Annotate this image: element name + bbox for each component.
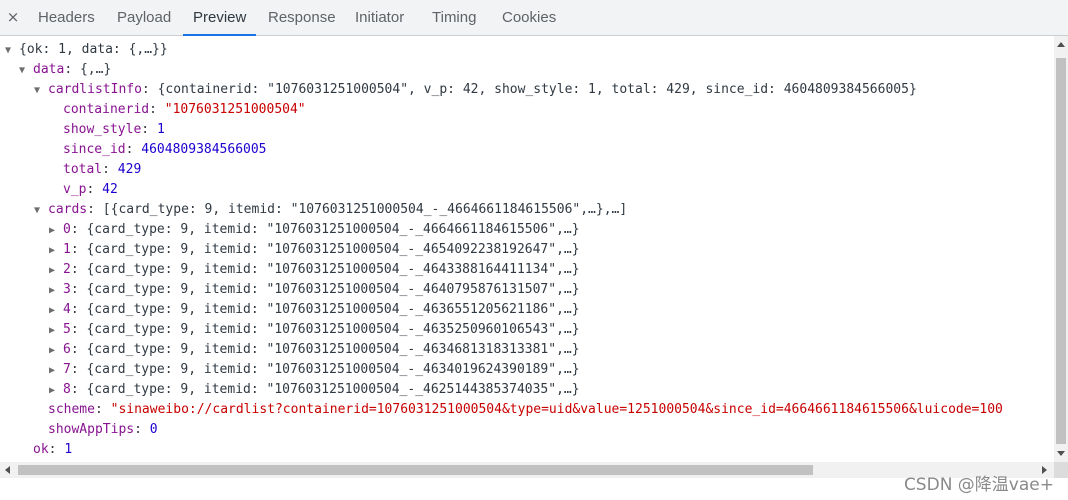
cardlistinfo-summary: {containerid: "1076031251000504", v_p: 4…: [157, 82, 917, 97]
card-summary: {card_type: 9, itemid: "1076031251000504…: [86, 262, 580, 277]
showapptips-key: showAppTips: [48, 422, 135, 437]
tree-card-row[interactable]: ▶ 0: {card_type: 9, itemid: "107603125100…: [49, 220, 580, 240]
card-index: 1: [63, 242, 71, 257]
card-summary: {card_type: 9, itemid: "1076031251000504…: [86, 342, 580, 357]
collapsed-triangle-icon[interactable]: ▶: [49, 381, 63, 401]
collapsed-triangle-icon[interactable]: ▶: [49, 281, 63, 301]
collapsed-triangle-icon[interactable]: ▶: [49, 341, 63, 361]
scheme-value: "sinaweibo://cardlist?containerid=107603…: [110, 402, 1003, 417]
tree-cardlistinfo-node[interactable]: ▼ cardlistInfo: {containerid: "1076031251…: [34, 80, 917, 100]
expanded-triangle-icon[interactable]: ▼: [19, 61, 33, 81]
card-summary: {card_type: 9, itemid: "1076031251000504…: [86, 382, 580, 397]
containerid-value: "1076031251000504": [164, 102, 306, 117]
tree-data-node[interactable]: ▼ data: {,…}: [19, 60, 111, 80]
tree-card-row[interactable]: ▶ 3: {card_type: 9, itemid: "107603125100…: [49, 280, 580, 300]
cards-key: cards: [48, 202, 88, 217]
containerid-key: containerid: [63, 102, 150, 117]
v-p-key: v_p: [63, 182, 87, 197]
cardlistinfo-key: cardlistInfo: [48, 82, 142, 97]
tree-property-row: containerid: "1076031251000504": [63, 102, 306, 117]
card-index: 7: [63, 362, 71, 377]
expanded-triangle-icon[interactable]: ▼: [34, 201, 48, 221]
tree-card-row[interactable]: ▶ 1: {card_type: 9, itemid: "107603125100…: [49, 240, 580, 260]
tree-property-row: show_style: 1: [63, 122, 165, 137]
collapsed-triangle-icon[interactable]: ▶: [49, 261, 63, 281]
card-summary: {card_type: 9, itemid: "1076031251000504…: [86, 282, 580, 297]
card-index: 2: [63, 262, 71, 277]
devtools-tab-bar: × Headers Payload Preview Response Initi…: [0, 0, 1068, 36]
tab-timing[interactable]: Timing: [432, 0, 476, 35]
showapptips-value: 0: [149, 422, 158, 437]
card-summary: {card_type: 9, itemid: "1076031251000504…: [86, 302, 580, 317]
scheme-key: scheme: [48, 402, 95, 417]
card-summary: {card_type: 9, itemid: "1076031251000504…: [86, 222, 580, 237]
show-style-value: 1: [156, 122, 165, 137]
close-icon[interactable]: ×: [5, 7, 21, 27]
total-value: 429: [117, 162, 142, 177]
horizontal-scrollbar[interactable]: [0, 462, 1054, 478]
tree-card-row[interactable]: ▶ 2: {card_type: 9, itemid: "107603125100…: [49, 260, 580, 280]
tree-card-row[interactable]: ▶ 8: {card_type: 9, itemid: "107603125100…: [49, 380, 580, 400]
tree-property-row: showAppTips: 0: [48, 422, 158, 437]
card-summary: {card_type: 9, itemid: "1076031251000504…: [86, 242, 580, 257]
vertical-scrollbar[interactable]: [1054, 36, 1068, 462]
horizontal-scroll-thumb[interactable]: [18, 465, 813, 475]
since-id-value: 4604809384566005: [141, 142, 267, 157]
ok-value: 1: [64, 442, 73, 457]
tree-card-row[interactable]: ▶ 4: {card_type: 9, itemid: "107603125100…: [49, 300, 580, 320]
tree-card-row[interactable]: ▶ 5: {card_type: 9, itemid: "107603125100…: [49, 320, 580, 340]
data-key: data: [33, 62, 65, 77]
collapsed-triangle-icon[interactable]: ▶: [49, 221, 63, 241]
data-summary: {,…}: [79, 62, 112, 77]
card-index: 0: [63, 222, 71, 237]
tab-cookies[interactable]: Cookies: [502, 0, 556, 35]
tree-root[interactable]: ▼ {ok: 1, data: {,…}}: [5, 40, 168, 60]
tree-property-row: since_id: 4604809384566005: [63, 142, 267, 157]
scroll-up-arrow-icon[interactable]: [1057, 42, 1065, 47]
card-summary: {card_type: 9, itemid: "1076031251000504…: [86, 362, 580, 377]
json-preview-tree: ▼ {ok: 1, data: {,…}} ▼ data: {,…} ▼ cardli…: [0, 36, 1054, 462]
scroll-left-arrow-icon[interactable]: [5, 466, 10, 474]
tree-card-row[interactable]: ▶ 6: {card_type: 9, itemid: "107603125100…: [49, 340, 580, 360]
total-key: total: [63, 162, 103, 177]
collapsed-triangle-icon[interactable]: ▶: [49, 301, 63, 321]
card-index: 5: [63, 322, 71, 337]
card-index: 8: [63, 382, 71, 397]
cards-summary: [{card_type: 9, itemid: "107603125100050…: [102, 202, 628, 217]
card-summary: {card_type: 9, itemid: "1076031251000504…: [86, 322, 580, 337]
scroll-down-arrow-icon[interactable]: [1057, 451, 1065, 456]
tab-payload[interactable]: Payload: [117, 0, 171, 35]
expanded-triangle-icon[interactable]: ▼: [34, 81, 48, 101]
root-summary: {ok: 1, data: {,…}}: [19, 42, 168, 57]
show-style-key: show_style: [63, 122, 142, 137]
v-p-value: 42: [102, 182, 118, 197]
card-index: 4: [63, 302, 71, 317]
scrollbar-corner: [1054, 462, 1068, 478]
csdn-watermark: CSDN @降温vae+: [903, 475, 1054, 495]
collapsed-triangle-icon[interactable]: ▶: [49, 361, 63, 381]
tree-cards-node[interactable]: ▼ cards: [{card_type: 9, itemid: "1076031…: [34, 200, 627, 220]
since-id-key: since_id: [63, 142, 126, 157]
tree-property-row: v_p: 42: [63, 182, 118, 197]
tree-card-row[interactable]: ▶ 7: {card_type: 9, itemid: "107603125100…: [49, 360, 580, 380]
tab-initiator[interactable]: Initiator: [355, 0, 404, 35]
tree-property-row: ok: 1: [33, 442, 73, 457]
ok-key: ok: [33, 442, 49, 457]
tree-property-row: scheme: "sinaweibo://cardlist?containeri…: [48, 402, 1003, 417]
tab-response[interactable]: Response: [268, 0, 336, 35]
tree-property-row: total: 429: [63, 162, 142, 177]
card-index: 3: [63, 282, 71, 297]
expanded-triangle-icon[interactable]: ▼: [5, 41, 19, 61]
collapsed-triangle-icon[interactable]: ▶: [49, 321, 63, 341]
collapsed-triangle-icon[interactable]: ▶: [49, 241, 63, 261]
tab-preview[interactable]: Preview: [183, 0, 257, 36]
card-index: 6: [63, 342, 71, 357]
vertical-scroll-thumb[interactable]: [1056, 58, 1066, 444]
tab-headers[interactable]: Headers: [38, 0, 95, 35]
